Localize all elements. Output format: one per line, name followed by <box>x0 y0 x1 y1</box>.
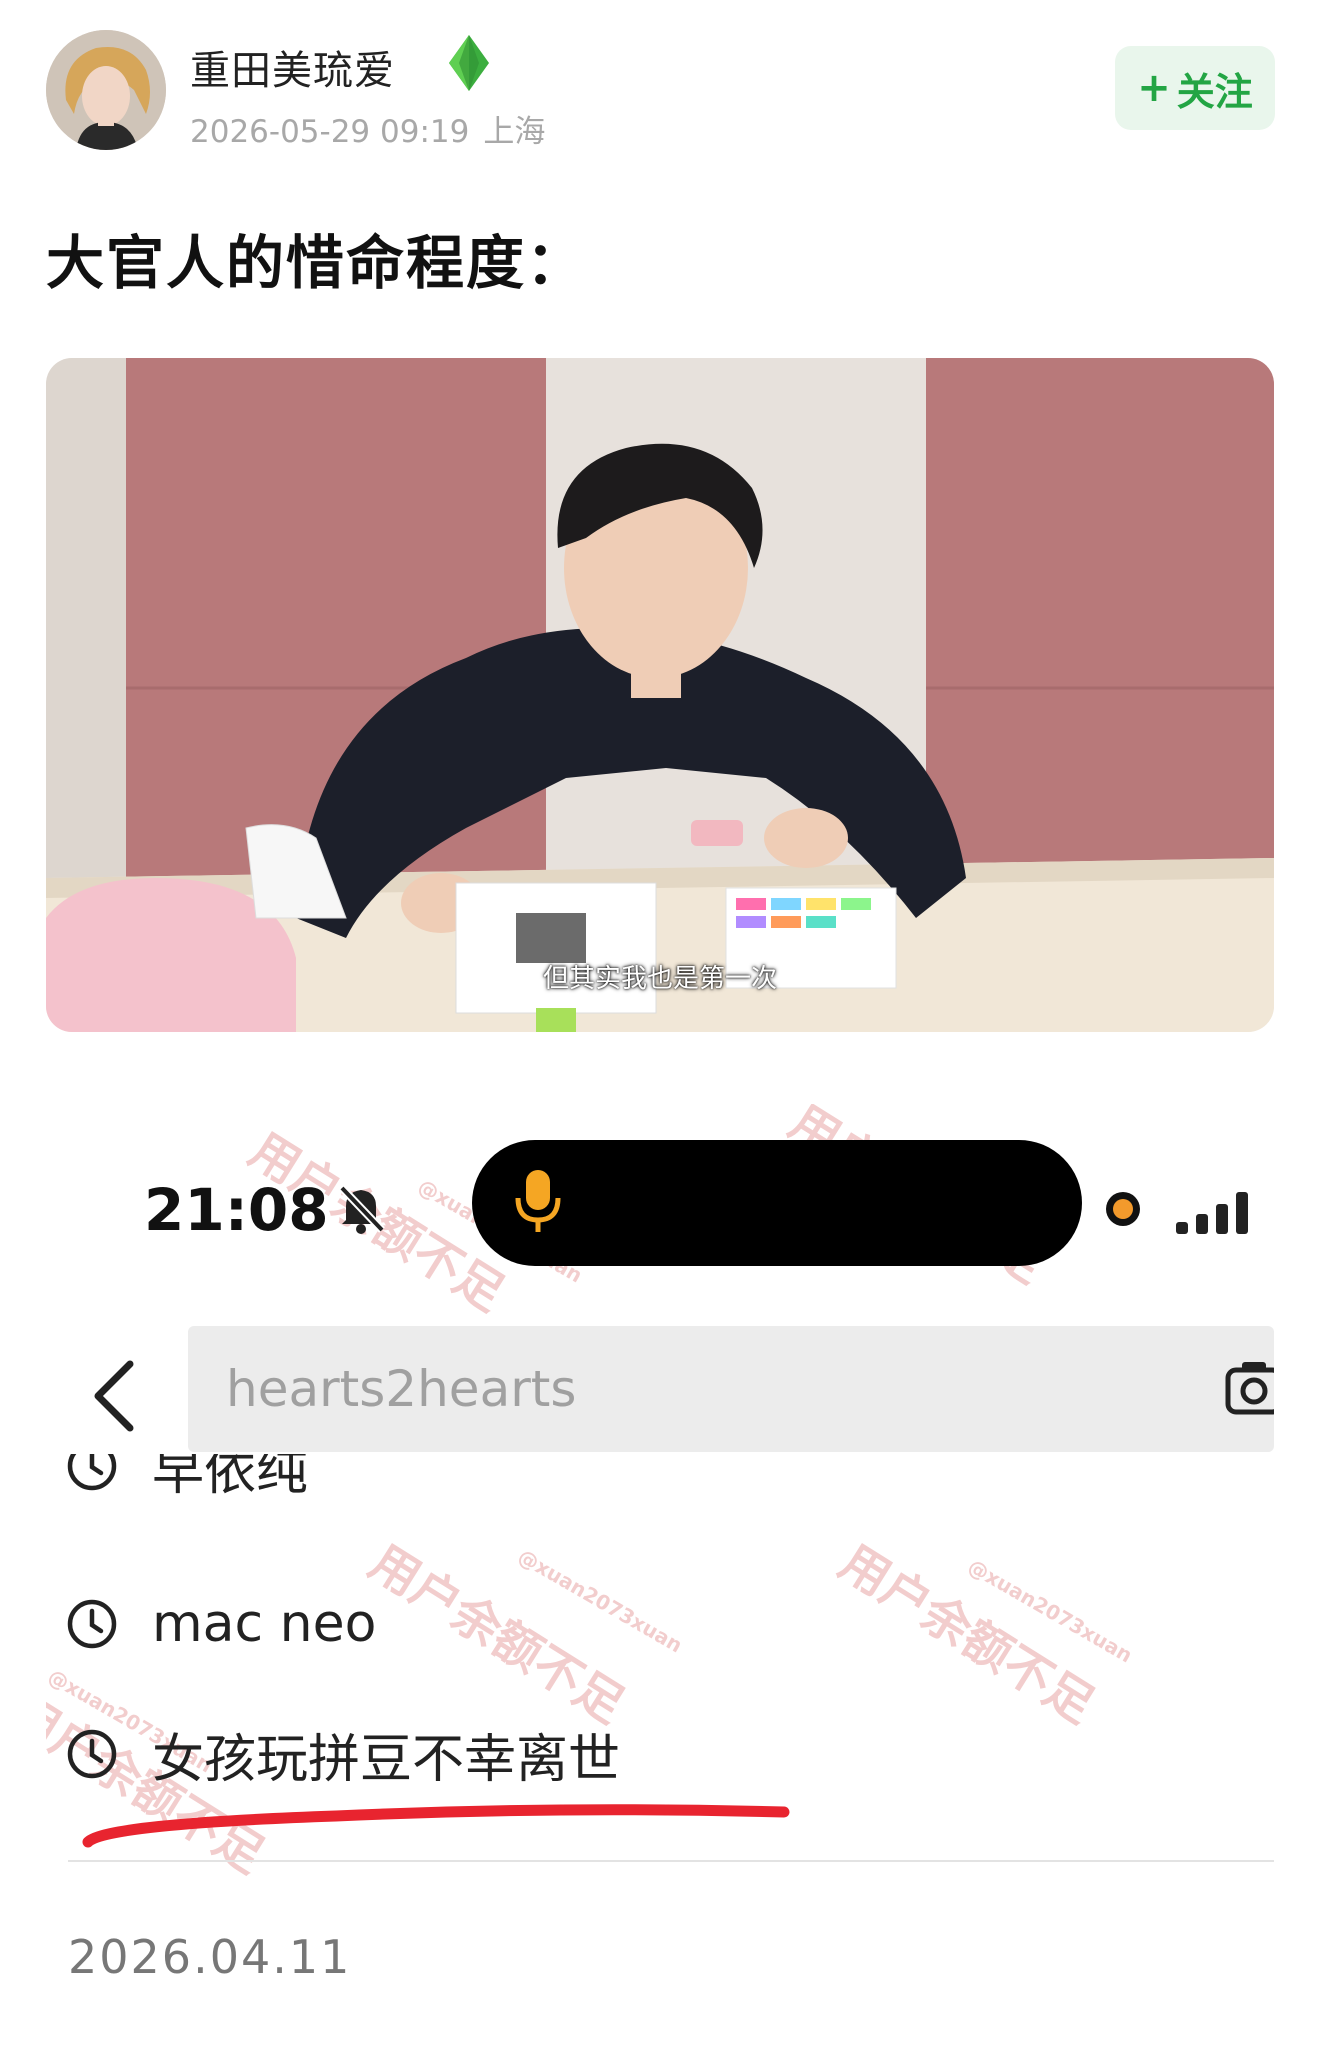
history-label: 早依纯 <box>152 1454 309 1502</box>
search-query: hearts2hearts <box>226 1360 577 1418</box>
plus-icon: + <box>1137 65 1171 111</box>
history-label: 女孩玩拼豆不幸离世 <box>152 1729 621 1790</box>
clock-icon <box>67 1454 117 1491</box>
back-chevron-icon[interactable] <box>84 1356 144 1436</box>
follow-button[interactable]: + 关注 <box>1115 46 1275 130</box>
red-underline-annotation <box>76 1794 796 1854</box>
post-photo[interactable]: 但其实我也是第一次 <box>46 358 1274 1032</box>
dynamic-island <box>472 1140 1082 1266</box>
author-name[interactable]: 重田美琉爱 <box>190 38 395 96</box>
recording-indicator-icon <box>1106 1192 1140 1226</box>
signal-icon <box>1176 1188 1266 1236</box>
post-header: 重田美琉爱 2026-05-29 09:19 上海 + 关注 <box>0 0 1320 160</box>
history-item[interactable]: 早依纯 <box>66 1454 308 1508</box>
post-meta: 2026-05-29 09:19 上海 <box>190 106 559 151</box>
camera-search-icon[interactable] <box>1224 1356 1274 1420</box>
history-item[interactable]: mac neo <box>66 1584 376 1664</box>
history-item[interactable]: 女孩玩拼豆不幸离世 <box>66 1714 620 1794</box>
microphone-icon <box>514 1168 562 1234</box>
avatar[interactable] <box>46 30 166 150</box>
post-text: 大官人的惜命程度： <box>46 229 587 297</box>
screenshot-image[interactable]: 用户余额不足 用户余额不足 用户余额不足 用户余额不足 用户余额不足 @xuan… <box>46 1104 1274 1974</box>
clock-icon <box>67 1599 117 1649</box>
date-label: 2026.04.11 <box>68 1930 352 1974</box>
history-label: mac neo <box>152 1594 377 1654</box>
watermark: 用户余额不足 <box>359 1534 634 1735</box>
video-caption: 但其实我也是第一次 <box>542 964 777 994</box>
bell-muted-icon <box>336 1182 386 1234</box>
status-time: 21:08 <box>144 1176 329 1244</box>
search-input[interactable]: hearts2hearts <box>188 1326 1274 1452</box>
divider <box>68 1860 1274 1862</box>
green-gem-icon <box>445 33 493 93</box>
post-location: 上海 <box>483 114 546 150</box>
follow-label: 关注 <box>1176 69 1253 114</box>
post-date: 2026-05-29 09:19 <box>190 114 470 150</box>
clock-icon <box>67 1729 117 1779</box>
